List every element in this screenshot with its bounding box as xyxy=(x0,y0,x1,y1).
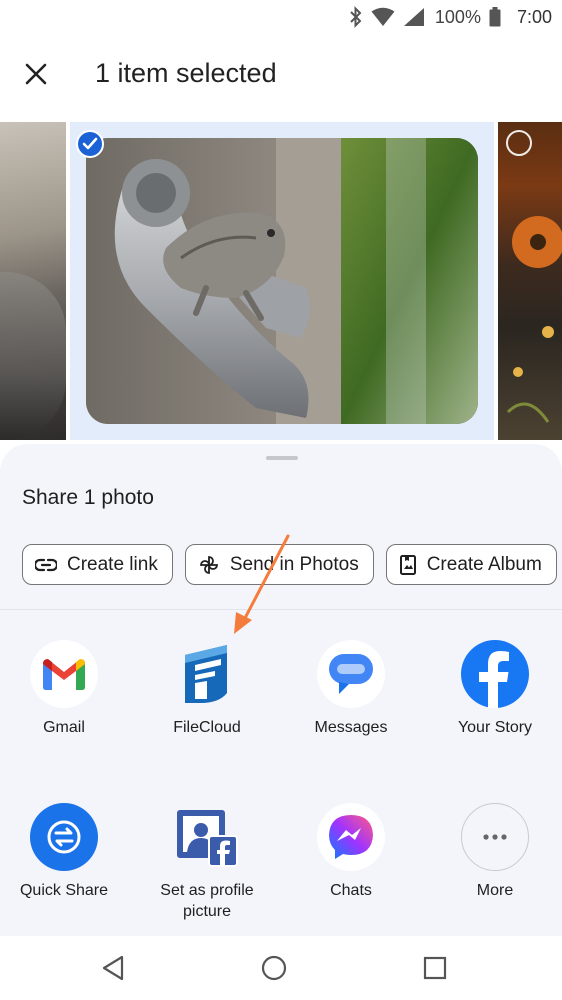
home-icon xyxy=(261,955,287,981)
home-button[interactable] xyxy=(260,954,288,982)
messages-icon xyxy=(317,640,385,708)
photo-thumbnail[interactable] xyxy=(498,122,562,440)
app-filecloud[interactable]: FileCloud xyxy=(135,640,279,738)
app-label: Chats xyxy=(330,882,372,899)
recents-button[interactable] xyxy=(421,954,449,982)
app-quick-share[interactable]: Quick Share xyxy=(0,803,136,901)
share-sheet: Share 1 photo Create link Send in Photos… xyxy=(0,444,562,936)
select-ring[interactable] xyxy=(506,130,532,156)
page-title: 1 item selected xyxy=(95,58,277,88)
app-gmail[interactable]: Gmail xyxy=(0,640,136,738)
gmail-icon xyxy=(30,640,98,708)
navigation-bar xyxy=(0,936,562,1000)
create-link-button[interactable]: Create link xyxy=(22,544,173,585)
chip-label: Create Album xyxy=(426,553,542,575)
app-chats[interactable]: Chats xyxy=(279,803,423,901)
album-icon xyxy=(399,554,416,575)
app-messages[interactable]: Messages xyxy=(279,640,423,738)
bluetooth-icon xyxy=(350,6,362,28)
photo-strip xyxy=(0,122,562,440)
photo-image xyxy=(86,138,478,424)
messenger-icon xyxy=(317,803,385,871)
back-button[interactable] xyxy=(99,954,127,982)
chip-label: Create link xyxy=(67,553,158,575)
filecloud-icon xyxy=(173,640,241,708)
app-label: Quick Share xyxy=(19,882,109,899)
selection-header: 1 item selected xyxy=(0,46,562,102)
app-more[interactable]: More xyxy=(423,803,562,901)
signal-icon xyxy=(403,8,424,26)
close-icon xyxy=(25,63,47,85)
quick-share-icon xyxy=(30,803,98,871)
app-label: Messages xyxy=(314,719,388,736)
check-icon xyxy=(82,137,98,150)
link-icon xyxy=(35,558,57,571)
selected-check-badge[interactable] xyxy=(76,130,104,158)
photo-thumbnail-selected[interactable] xyxy=(70,122,494,440)
app-label: More xyxy=(476,882,514,899)
photo-image xyxy=(506,216,562,423)
app-label: Gmail xyxy=(43,719,85,736)
battery-percent: 100% xyxy=(434,6,481,27)
pinwheel-icon xyxy=(199,555,218,574)
recents-icon xyxy=(423,956,447,980)
status-bar: 100% 7:00 xyxy=(0,0,562,34)
wifi-icon xyxy=(371,7,395,26)
profile-picture-icon xyxy=(173,803,241,871)
share-sheet-title: Share 1 photo xyxy=(22,486,154,509)
back-icon xyxy=(102,955,124,981)
battery-icon xyxy=(489,7,501,27)
drag-handle[interactable] xyxy=(266,456,298,460)
annotation-arrow xyxy=(234,534,290,634)
app-set-profile-picture[interactable]: Set as profile picture xyxy=(135,803,279,922)
frog-photo xyxy=(86,138,478,424)
close-button[interactable] xyxy=(18,56,54,92)
app-label: Set as profile picture xyxy=(160,882,254,920)
app-label: FileCloud xyxy=(173,719,241,736)
clock: 7:00 xyxy=(516,6,552,27)
photo-thumbnail[interactable] xyxy=(0,122,66,440)
more-icon xyxy=(461,803,529,871)
app-label: Your Story xyxy=(457,719,533,736)
app-your-story[interactable]: Your Story xyxy=(423,640,562,738)
create-album-button[interactable]: Create Album xyxy=(385,544,557,585)
facebook-icon xyxy=(461,640,529,708)
